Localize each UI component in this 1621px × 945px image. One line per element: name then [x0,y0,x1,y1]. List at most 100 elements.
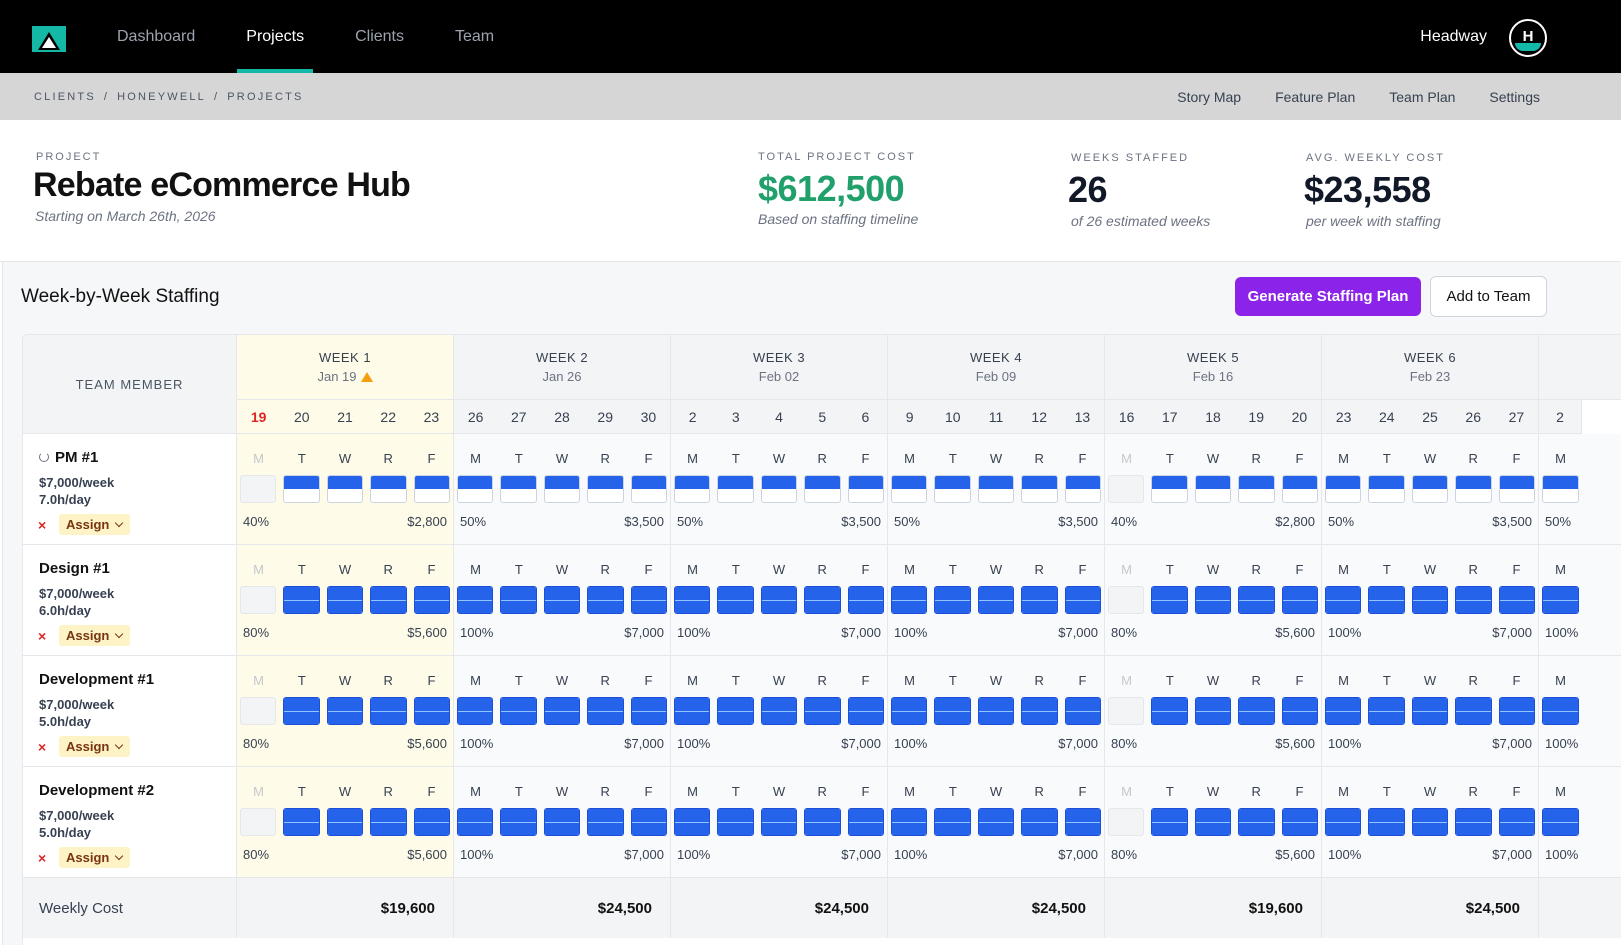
user-avatar[interactable]: H [1509,19,1547,57]
day-block-staffed[interactable] [1064,697,1102,725]
day-block-staffed[interactable] [674,697,711,725]
headway-logo-icon[interactable] [32,26,66,52]
day-block-staffed[interactable] [630,697,668,725]
generate-staffing-plan-button[interactable]: Generate Staffing Plan [1235,277,1421,316]
nav-tab-dashboard[interactable]: Dashboard [95,0,217,73]
day-block-staffed[interactable] [1368,586,1405,614]
day-block-staffed[interactable] [457,808,494,836]
day-block-staffed[interactable] [326,475,364,503]
day-block-staffed[interactable] [587,586,624,614]
day-block-staffed[interactable] [543,697,581,725]
day-block-staffed[interactable] [977,475,1015,503]
sublink-story-map[interactable]: Story Map [1177,89,1241,105]
day-block-staffed[interactable] [804,475,841,503]
day-block-staffed[interactable] [1194,475,1232,503]
day-block-staffed[interactable] [1281,475,1319,503]
day-block-staffed[interactable] [891,475,928,503]
day-block-staffed[interactable] [1281,586,1319,614]
day-block-staffed[interactable] [1194,586,1232,614]
day-block-staffed[interactable] [370,586,407,614]
day-block-staffed[interactable] [1238,475,1275,503]
day-block-staffed[interactable] [413,586,451,614]
day-block-staffed[interactable] [283,475,320,503]
day-block-unstaffed[interactable] [1108,808,1145,836]
day-block-staffed[interactable] [1455,475,1492,503]
day-block-staffed[interactable] [674,808,711,836]
day-block-staffed[interactable] [500,697,537,725]
day-block-staffed[interactable] [283,808,320,836]
day-block-staffed[interactable] [543,475,581,503]
day-block-staffed[interactable] [543,586,581,614]
day-block-staffed[interactable] [1411,697,1449,725]
day-block-staffed[interactable] [587,697,624,725]
day-block-staffed[interactable] [413,475,451,503]
day-block-staffed[interactable] [500,475,537,503]
day-block-staffed[interactable] [847,697,885,725]
assign-dropdown[interactable]: Assign [59,736,131,757]
day-block-unstaffed[interactable] [240,697,277,725]
day-block-staffed[interactable] [457,697,494,725]
day-block-staffed[interactable] [847,586,885,614]
breadcrumb-item[interactable]: CLIENTS [34,91,96,103]
day-block-staffed[interactable] [1325,697,1362,725]
day-block-staffed[interactable] [1281,697,1319,725]
day-block-staffed[interactable] [1238,697,1275,725]
day-block-staffed[interactable] [934,586,971,614]
day-block-staffed[interactable] [977,697,1015,725]
day-block-staffed[interactable] [630,808,668,836]
day-block-staffed[interactable] [1368,475,1405,503]
add-to-team-button[interactable]: Add to Team [1430,276,1547,317]
day-block-staffed[interactable] [1151,586,1188,614]
day-block-staffed[interactable] [500,586,537,614]
day-block-staffed[interactable] [760,697,798,725]
day-block-staffed[interactable] [630,475,668,503]
assign-dropdown[interactable]: Assign [59,625,131,646]
day-block-staffed[interactable] [1151,808,1188,836]
day-block-staffed[interactable] [1498,697,1536,725]
day-block-staffed[interactable] [326,697,364,725]
day-block-staffed[interactable] [413,808,451,836]
day-block-staffed[interactable] [674,475,711,503]
day-block-staffed[interactable] [1368,808,1405,836]
day-block-staffed[interactable] [543,808,581,836]
day-block-staffed[interactable] [1542,808,1579,836]
day-block-staffed[interactable] [1021,586,1058,614]
day-block-staffed[interactable] [1455,586,1492,614]
assign-dropdown[interactable]: Assign [59,847,131,868]
day-block-unstaffed[interactable] [240,808,277,836]
day-block-staffed[interactable] [370,697,407,725]
day-block-staffed[interactable] [1238,586,1275,614]
sublink-team-plan[interactable]: Team Plan [1389,89,1455,105]
day-block-staffed[interactable] [717,697,754,725]
day-block-staffed[interactable] [1064,808,1102,836]
day-block-staffed[interactable] [1455,808,1492,836]
day-block-staffed[interactable] [1151,475,1188,503]
day-block-staffed[interactable] [1194,697,1232,725]
remove-member-icon[interactable]: × [38,628,46,644]
day-block-staffed[interactable] [1411,808,1449,836]
day-block-staffed[interactable] [934,697,971,725]
assign-dropdown[interactable]: Assign [59,514,131,535]
remove-member-icon[interactable]: × [38,517,46,533]
day-block-staffed[interactable] [1064,586,1102,614]
day-block-staffed[interactable] [457,475,494,503]
remove-member-icon[interactable]: × [38,739,46,755]
sublink-settings[interactable]: Settings [1489,89,1540,105]
day-block-staffed[interactable] [1238,808,1275,836]
day-block-staffed[interactable] [326,808,364,836]
day-block-staffed[interactable] [1021,475,1058,503]
day-block-staffed[interactable] [1021,697,1058,725]
day-block-staffed[interactable] [1194,808,1232,836]
day-block-staffed[interactable] [934,808,971,836]
day-block-staffed[interactable] [326,586,364,614]
day-block-staffed[interactable] [1325,808,1362,836]
nav-tab-clients[interactable]: Clients [333,0,426,73]
day-block-staffed[interactable] [1325,586,1362,614]
day-block-staffed[interactable] [457,586,494,614]
day-block-staffed[interactable] [1021,808,1058,836]
day-block-staffed[interactable] [1064,475,1102,503]
day-block-staffed[interactable] [283,586,320,614]
day-block-staffed[interactable] [804,586,841,614]
day-block-staffed[interactable] [1498,475,1536,503]
day-block-staffed[interactable] [977,586,1015,614]
